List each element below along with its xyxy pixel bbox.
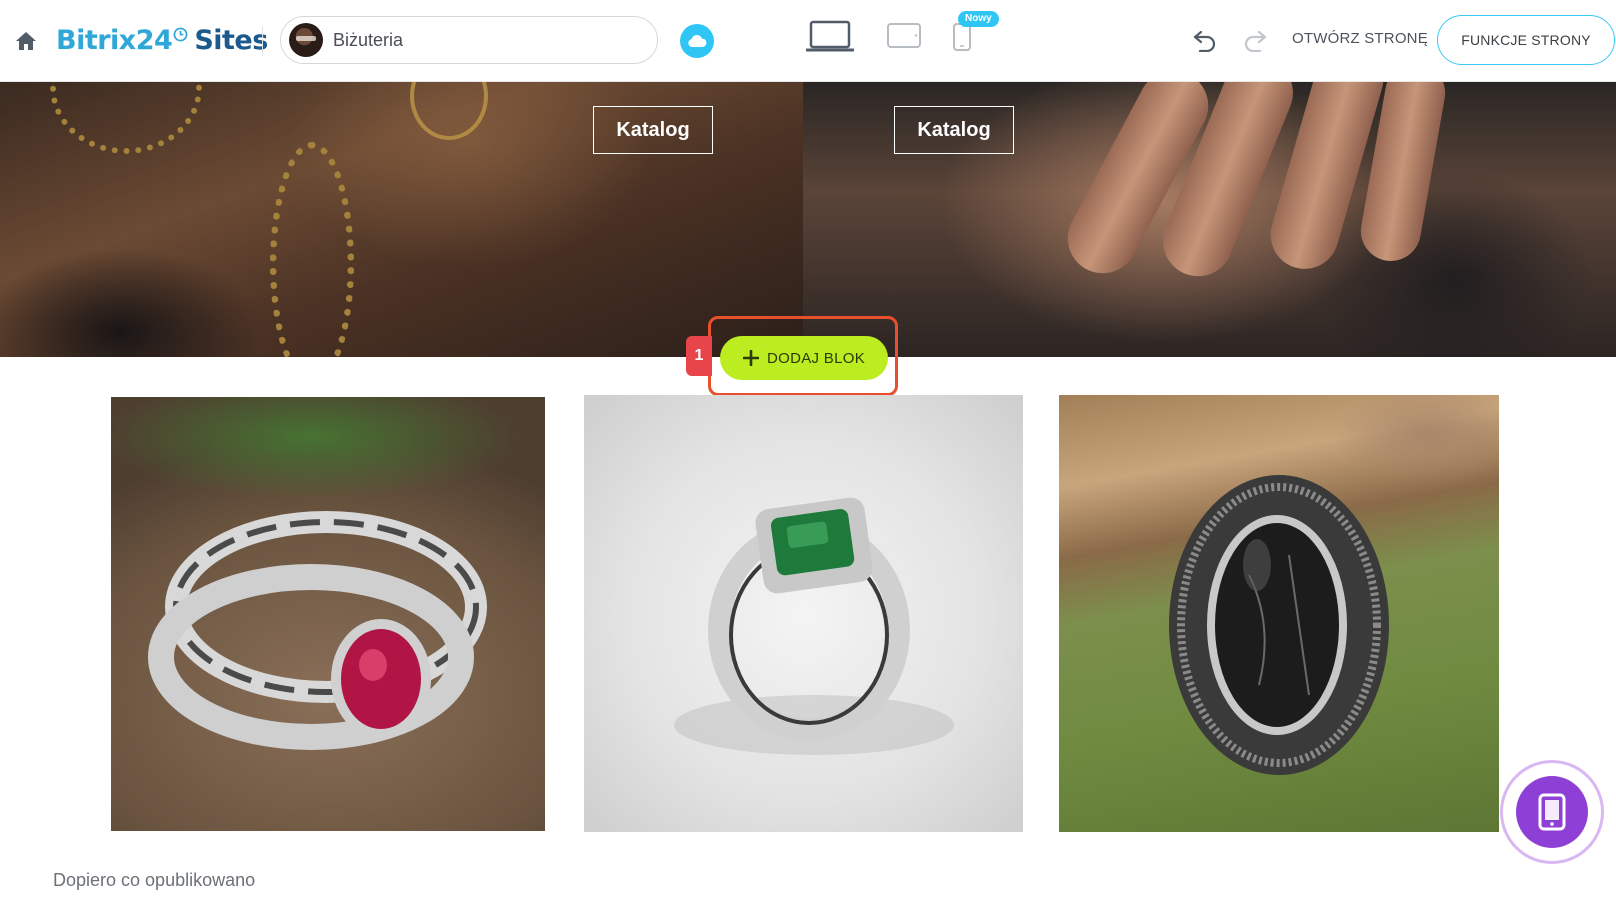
step-badge: 1 (686, 336, 712, 376)
product-image-onyx-ring[interactable] (1059, 395, 1499, 832)
plus-icon (742, 350, 759, 366)
logo-main-text: Bitrix24 (56, 24, 173, 56)
publish-cloud-button[interactable] (680, 24, 714, 58)
site-avatar (289, 23, 323, 57)
emerald-ring-illustration (674, 497, 954, 755)
product-image-ruby-ring[interactable] (111, 397, 545, 831)
site-name: Biżuteria (333, 29, 404, 50)
publish-status: Dopiero co opublikowano (53, 870, 256, 890)
bitrix24-sites-logo: Bitrix24 Sites (56, 22, 268, 58)
chain-decoration (270, 142, 354, 357)
undo-icon[interactable] (1192, 28, 1218, 52)
logo-suffix-text: Sites (194, 24, 268, 56)
desktop-icon[interactable] (806, 20, 854, 54)
mobile-preview-icon (1538, 793, 1566, 831)
editor-toolbar: Bitrix24 Sites Biżuteria Nowy OTWÓRZ STR… (0, 0, 1616, 82)
page-functions-button[interactable]: FUNKCJE STRONY (1437, 15, 1615, 65)
product-image-emerald-ring[interactable] (584, 395, 1023, 832)
redo-icon[interactable] (1242, 28, 1268, 52)
tablet-icon[interactable] (886, 22, 922, 50)
divider (262, 26, 263, 56)
catalog-button[interactable]: Katalog (593, 106, 713, 154)
add-block-button[interactable]: DODAJ BLOK (720, 336, 888, 380)
cloud-icon (688, 34, 707, 47)
logo-clock-icon (173, 27, 188, 41)
new-badge: Nowy (958, 11, 999, 27)
chain-decoration (50, 82, 202, 154)
home-icon[interactable] (14, 30, 38, 52)
mobile-preview-button[interactable] (1516, 776, 1588, 848)
earring-decoration (410, 82, 488, 140)
onyx-ring-illustration (1169, 475, 1389, 775)
add-block-label: DODAJ BLOK (766, 349, 866, 367)
ruby-ring-illustration (148, 511, 487, 750)
catalog-button[interactable]: Katalog (894, 106, 1014, 154)
open-page-link[interactable]: OTWÓRZ STRONĘ (1292, 30, 1428, 47)
site-selector[interactable]: Biżuteria (280, 16, 658, 64)
